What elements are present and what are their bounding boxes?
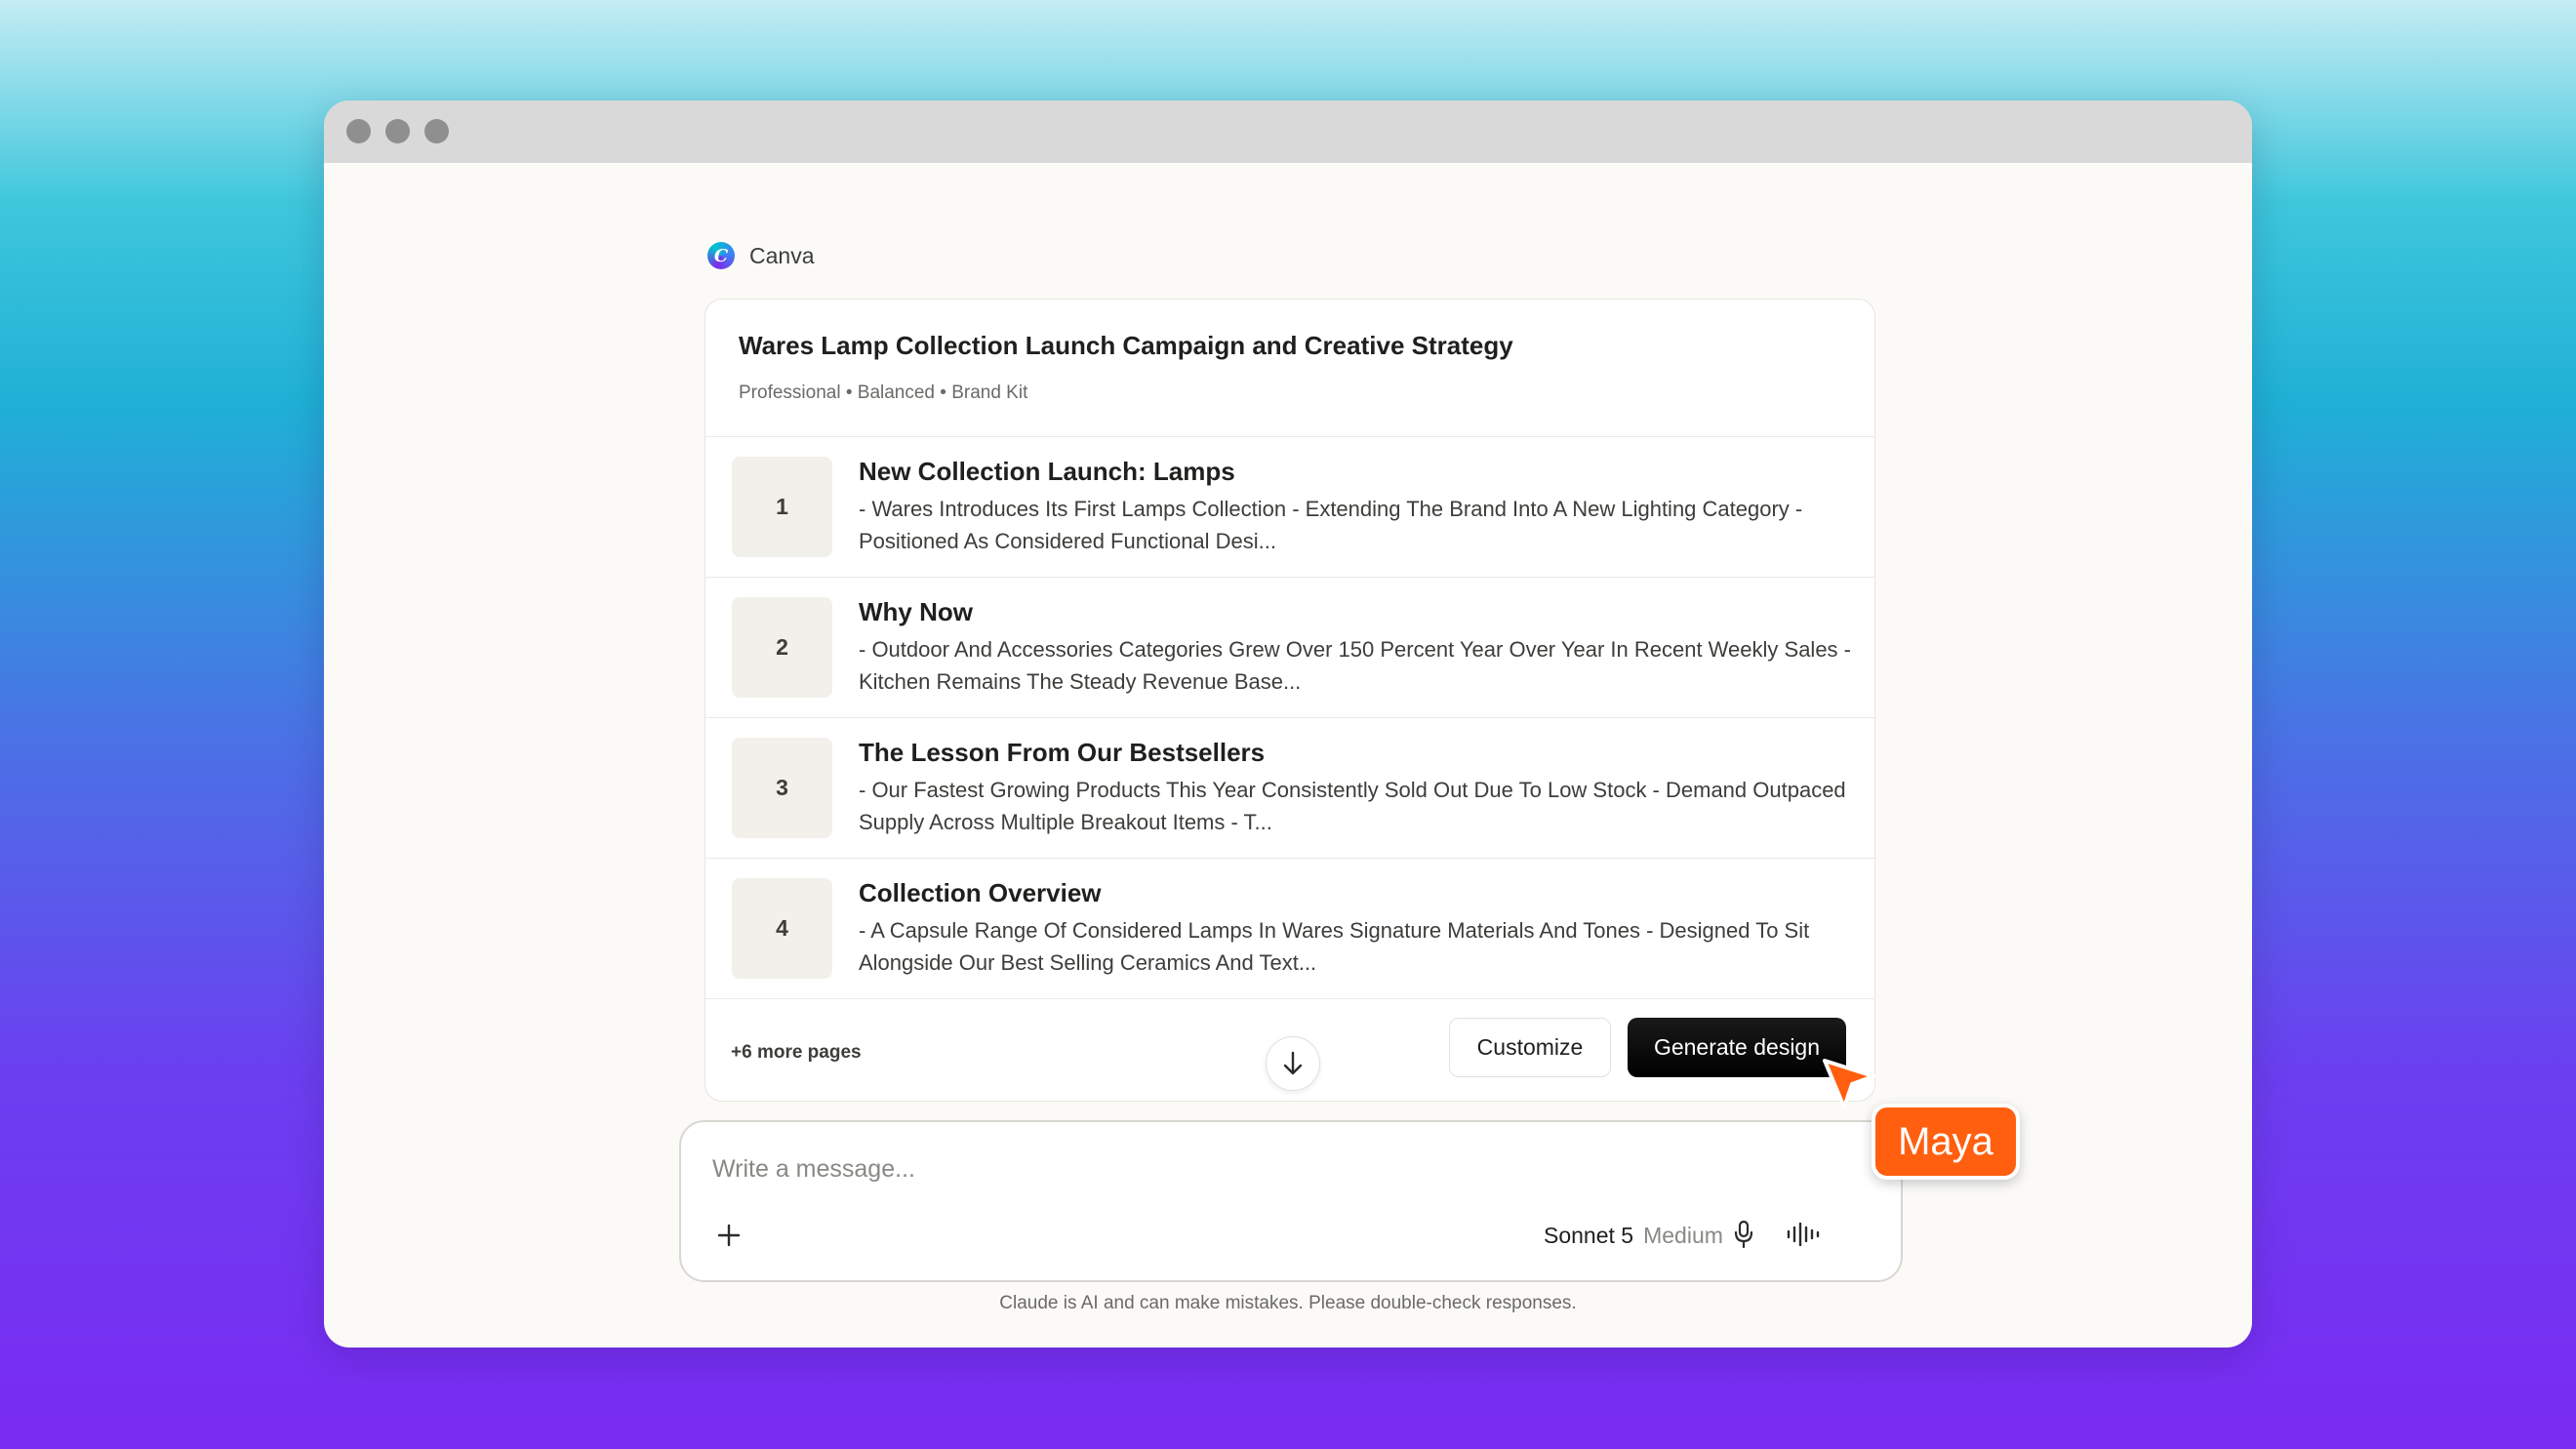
tool-source: C Canva bbox=[707, 242, 814, 269]
add-attachment-button[interactable] bbox=[714, 1221, 744, 1250]
model-selector[interactable]: Sonnet 5 Medium bbox=[1544, 1223, 1723, 1249]
window-close-dot[interactable] bbox=[346, 119, 371, 143]
more-pages-label: +6 more pages bbox=[731, 1042, 862, 1063]
page-number: 4 bbox=[732, 878, 832, 979]
microphone-icon bbox=[1734, 1220, 1753, 1249]
page-item[interactable]: 2 Why Now - Outdoor And Accessories Cate… bbox=[705, 578, 1874, 718]
scroll-down-button[interactable] bbox=[1266, 1036, 1320, 1091]
page-number: 1 bbox=[732, 457, 832, 557]
plus-icon bbox=[717, 1224, 741, 1247]
page-description: - Our Fastest Growing Products This Year… bbox=[859, 778, 1846, 834]
disclaimer-text: Claude is AI and can make mistakes. Plea… bbox=[999, 1293, 1577, 1313]
page-list: 1 New Collection Launch: Lamps - Wares I… bbox=[705, 437, 1874, 999]
card-header: Wares Lamp Collection Launch Campaign an… bbox=[705, 300, 1874, 437]
voice-waveform-icon bbox=[1787, 1222, 1820, 1247]
page-title: The Lesson From Our Bestsellers bbox=[859, 738, 1266, 767]
page-text: Collection Overview - A Capsule Range Of… bbox=[859, 878, 1854, 979]
page-title: Collection Overview bbox=[859, 878, 1102, 907]
page-text: New Collection Launch: Lamps - Wares Int… bbox=[859, 457, 1854, 557]
window-titlebar bbox=[324, 101, 2252, 163]
page-item[interactable]: 4 Collection Overview - A Capsule Range … bbox=[705, 859, 1874, 999]
canva-logo-icon: C bbox=[707, 242, 735, 269]
page-title: Why Now bbox=[859, 597, 973, 626]
page-text: Why Now - Outdoor And Accessories Catego… bbox=[859, 597, 1854, 698]
card-title: Wares Lamp Collection Launch Campaign an… bbox=[739, 331, 1513, 360]
message-composer: Sonnet 5 Medium bbox=[679, 1120, 1903, 1282]
page-item[interactable]: 1 New Collection Launch: Lamps - Wares I… bbox=[705, 437, 1874, 578]
model-effort: Medium bbox=[1643, 1223, 1723, 1248]
card-tags: Professional • Balanced • Brand Kit bbox=[739, 382, 1028, 403]
window-maximize-dot[interactable] bbox=[424, 119, 449, 143]
cursor-arrow-icon bbox=[1823, 1059, 1875, 1109]
window-minimize-dot[interactable] bbox=[385, 119, 410, 143]
page-title: New Collection Launch: Lamps bbox=[859, 457, 1235, 486]
page-description: - Wares Introduces Its First Lamps Colle… bbox=[859, 497, 1803, 553]
arrow-down-icon bbox=[1283, 1051, 1303, 1075]
tool-source-label: Canva bbox=[749, 242, 815, 268]
page-number: 3 bbox=[732, 738, 832, 838]
page-description: - Outdoor And Accessories Categories Gre… bbox=[859, 637, 1851, 694]
page-description: - A Capsule Range Of Considered Lamps In… bbox=[859, 918, 1810, 975]
collaborator-cursor-label: Maya bbox=[1872, 1104, 2020, 1180]
voice-mode-button[interactable] bbox=[1784, 1218, 1823, 1251]
microphone-button[interactable] bbox=[1729, 1218, 1758, 1251]
message-input[interactable] bbox=[712, 1149, 1786, 1188]
page-item[interactable]: 3 The Lesson From Our Bestsellers - Our … bbox=[705, 718, 1874, 859]
page-text: The Lesson From Our Bestsellers - Our Fa… bbox=[859, 738, 1854, 838]
page-number: 2 bbox=[732, 597, 832, 698]
design-outline-card: Wares Lamp Collection Launch Campaign an… bbox=[704, 299, 1875, 1102]
generate-design-button[interactable]: Generate design bbox=[1628, 1018, 1846, 1077]
customize-button[interactable]: Customize bbox=[1449, 1018, 1611, 1077]
model-name: Sonnet 5 bbox=[1544, 1223, 1634, 1248]
